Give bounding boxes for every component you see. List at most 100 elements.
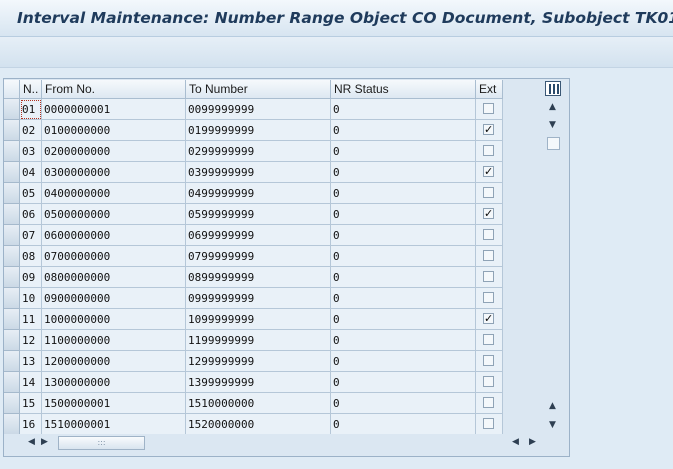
cell-to-number[interactable]: 1099999999 [186, 309, 331, 330]
cell-from-number[interactable]: 0900000000 [42, 288, 186, 309]
cell-n[interactable]: 11 [20, 309, 42, 330]
cell-nr-status[interactable]: 0 [331, 120, 476, 141]
ext-checkbox[interactable] [483, 103, 494, 114]
cell-n[interactable]: 16 [20, 414, 42, 435]
cell-nr-status[interactable]: 0 [331, 351, 476, 372]
cell-n[interactable]: 06 [20, 204, 42, 225]
cell-to-number[interactable]: 0999999999 [186, 288, 331, 309]
cell-nr-status[interactable]: 0 [331, 183, 476, 204]
row-selector[interactable] [4, 204, 20, 225]
ext-checkbox[interactable]: ✓ [483, 124, 494, 135]
row-selector[interactable] [4, 246, 20, 267]
scroll-far-right-icon[interactable]: ▶ [529, 437, 536, 447]
ext-checkbox[interactable]: ✓ [483, 208, 494, 219]
cell-to-number[interactable]: 0899999999 [186, 267, 331, 288]
ext-checkbox[interactable]: ✓ [483, 166, 494, 177]
cell-to-number[interactable]: 0099999999 [186, 99, 331, 120]
cell-n[interactable]: 12 [20, 330, 42, 351]
ext-checkbox[interactable] [483, 355, 494, 366]
cell-nr-status[interactable]: 0 [331, 225, 476, 246]
row-selector[interactable] [4, 267, 20, 288]
row-selector[interactable] [4, 288, 20, 309]
row-selector[interactable] [4, 162, 20, 183]
scroll-up-icon[interactable]: ▲ [549, 102, 556, 112]
column-header-ext[interactable]: Ext [476, 80, 503, 99]
cell-n[interactable]: 15 [20, 393, 42, 414]
cell-from-number[interactable]: 1300000000 [42, 372, 186, 393]
cell-from-number[interactable]: 0000000001 [42, 99, 186, 120]
cell-from-number[interactable]: 0300000000 [42, 162, 186, 183]
row-selector[interactable] [4, 351, 20, 372]
cell-from-number[interactable]: 0700000000 [42, 246, 186, 267]
cell-to-number[interactable]: 1520000000 [186, 414, 331, 435]
cell-from-number[interactable]: 0500000000 [42, 204, 186, 225]
row-selector[interactable] [4, 141, 20, 162]
ext-checkbox[interactable] [483, 250, 494, 261]
cell-nr-status[interactable]: 0 [331, 414, 476, 435]
cell-to-number[interactable]: 0299999999 [186, 141, 331, 162]
cell-n[interactable]: 05 [20, 183, 42, 204]
cell-to-number[interactable]: 0799999999 [186, 246, 331, 267]
ext-checkbox[interactable] [483, 145, 494, 156]
column-header-from[interactable]: From No. [42, 80, 186, 99]
scroll-right-icon[interactable]: ▶ [41, 437, 48, 447]
ext-checkbox[interactable] [483, 334, 494, 345]
cell-nr-status[interactable]: 0 [331, 393, 476, 414]
cell-to-number[interactable]: 1299999999 [186, 351, 331, 372]
cell-nr-status[interactable]: 0 [331, 141, 476, 162]
cell-n[interactable]: 01 [20, 99, 42, 120]
cell-n[interactable]: 09 [20, 267, 42, 288]
ext-checkbox[interactable] [483, 376, 494, 387]
ext-checkbox[interactable] [483, 418, 494, 429]
cell-from-number[interactable]: 0600000000 [42, 225, 186, 246]
cell-n[interactable]: 13 [20, 351, 42, 372]
cell-to-number[interactable]: 0399999999 [186, 162, 331, 183]
row-selector[interactable] [4, 99, 20, 120]
ext-checkbox[interactable] [483, 229, 494, 240]
cell-nr-status[interactable]: 0 [331, 99, 476, 120]
cell-n[interactable]: 04 [20, 162, 42, 183]
cell-from-number[interactable]: 1000000000 [42, 309, 186, 330]
cell-to-number[interactable]: 0599999999 [186, 204, 331, 225]
select-all-header[interactable] [4, 80, 20, 99]
cell-to-number[interactable]: 1199999999 [186, 330, 331, 351]
row-selector[interactable] [4, 183, 20, 204]
cell-from-number[interactable]: 1100000000 [42, 330, 186, 351]
cell-nr-status[interactable]: 0 [331, 330, 476, 351]
row-selector[interactable] [4, 330, 20, 351]
cell-from-number[interactable]: 1200000000 [42, 351, 186, 372]
cell-nr-status[interactable]: 0 [331, 372, 476, 393]
cell-nr-status[interactable]: 0 [331, 162, 476, 183]
cell-to-number[interactable]: 0499999999 [186, 183, 331, 204]
scroll-down-icon[interactable]: ▼ [549, 120, 556, 130]
cell-from-number[interactable]: 1510000001 [42, 414, 186, 435]
cell-nr-status[interactable]: 0 [331, 246, 476, 267]
cell-n[interactable]: 10 [20, 288, 42, 309]
cell-to-number[interactable]: 0699999999 [186, 225, 331, 246]
row-selector[interactable] [4, 120, 20, 141]
cell-n[interactable]: 03 [20, 141, 42, 162]
cell-n[interactable]: 07 [20, 225, 42, 246]
cell-from-number[interactable]: 1500000001 [42, 393, 186, 414]
table-settings-icon[interactable] [545, 81, 561, 96]
cell-n[interactable]: 14 [20, 372, 42, 393]
ext-checkbox[interactable] [483, 292, 494, 303]
vertical-scrollbar-thumb[interactable] [547, 137, 560, 150]
cell-to-number[interactable]: 1399999999 [186, 372, 331, 393]
ext-checkbox[interactable] [483, 397, 494, 408]
row-selector[interactable] [4, 414, 20, 435]
cell-nr-status[interactable]: 0 [331, 309, 476, 330]
cell-nr-status[interactable]: 0 [331, 204, 476, 225]
cell-from-number[interactable]: 0100000000 [42, 120, 186, 141]
column-header-status[interactable]: NR Status [331, 80, 476, 99]
row-selector[interactable] [4, 372, 20, 393]
scroll-page-down-icon[interactable]: ▼ [549, 420, 556, 430]
cell-from-number[interactable]: 0400000000 [42, 183, 186, 204]
horizontal-scrollbar-thumb[interactable]: ::: [58, 436, 145, 450]
column-header-n[interactable]: N.. [20, 80, 42, 99]
row-selector[interactable] [4, 309, 20, 330]
column-header-to[interactable]: To Number [186, 80, 331, 99]
scroll-far-left-icon[interactable]: ◀ [512, 437, 519, 447]
row-selector[interactable] [4, 393, 20, 414]
scroll-page-up-icon[interactable]: ▲ [549, 401, 556, 411]
